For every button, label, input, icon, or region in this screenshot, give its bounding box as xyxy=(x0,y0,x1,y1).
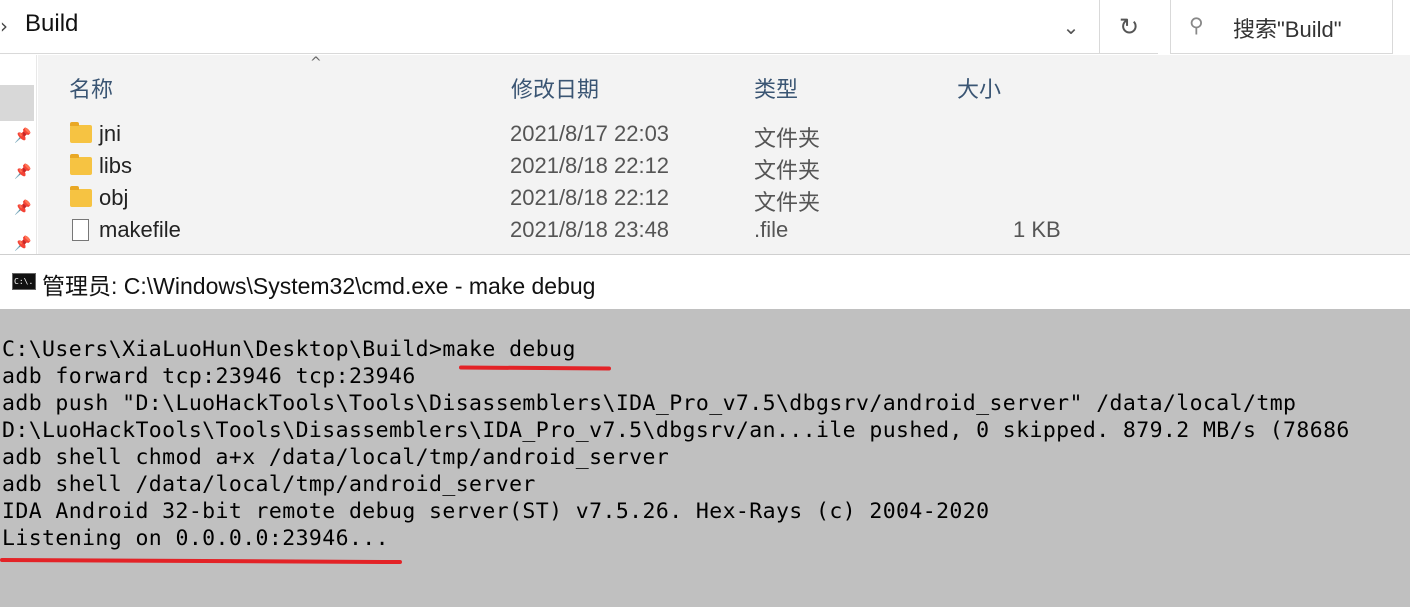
file-type: 文件夹 xyxy=(754,158,821,183)
file-row[interactable]: jni 2021/8/17 22:03 文件夹 xyxy=(38,120,1410,152)
chevron-down-icon[interactable]: ⌄ xyxy=(1056,12,1086,42)
document-icon xyxy=(72,219,89,241)
file-list: ^ 名称 修改日期 类型 大小 jni 2021/8/17 22:03 文件夹 … xyxy=(38,55,1410,254)
file-type: .file xyxy=(754,217,789,242)
file-modified: 2021/8/18 22:12 xyxy=(510,153,670,178)
column-header-name[interactable]: 名称 xyxy=(69,72,113,104)
pin-icon[interactable]: 📌 xyxy=(14,164,31,180)
file-name: makefile xyxy=(99,217,181,242)
file-row[interactable]: makefile 2021/8/18 23:48 .file 1 KB xyxy=(38,216,1410,248)
annotation-underline xyxy=(458,365,612,371)
console-line: C:\Users\XiaLuoHun\Desktop\Build>make de… xyxy=(2,337,576,362)
file-row[interactable]: libs 2021/8/18 22:12 文件夹 xyxy=(38,152,1410,184)
address-path[interactable]: Build xyxy=(25,10,78,38)
file-name: obj xyxy=(99,185,129,210)
console-line: IDA Android 32-bit remote debug server(S… xyxy=(2,499,990,524)
file-type: 文件夹 xyxy=(754,190,821,215)
console-icon: C:\. xyxy=(12,273,36,290)
address-bar[interactable]: › Build ⌄ xyxy=(0,0,1100,54)
console-line: adb forward tcp:23946 tcp:23946 xyxy=(2,364,416,389)
pin-icon[interactable]: 📌 xyxy=(14,200,31,216)
pin-icon[interactable]: 📌 xyxy=(14,128,31,144)
cmd-titlebar[interactable]: C:\. 管理员: C:\Windows\System32\cmd.exe - … xyxy=(0,255,1410,309)
console-line: adb shell chmod a+x /data/local/tmp/andr… xyxy=(2,445,670,470)
file-name: jni xyxy=(99,121,122,146)
search-box[interactable]: ⚲ 搜索"Build" xyxy=(1170,0,1393,54)
nav-item-selected[interactable] xyxy=(0,85,34,121)
column-header-type[interactable]: 类型 xyxy=(754,72,798,104)
search-input[interactable]: 搜索"Build" xyxy=(1233,12,1342,44)
column-header-size[interactable]: 大小 xyxy=(957,72,1001,104)
file-row[interactable]: obj 2021/8/18 22:12 文件夹 xyxy=(38,184,1410,216)
console-line: Listening on 0.0.0.0:23946... xyxy=(2,526,389,551)
file-size: 1 KB xyxy=(1013,217,1061,242)
file-name: libs xyxy=(99,153,133,178)
console-line: D:\LuoHackTools\Tools\Disassemblers\IDA_… xyxy=(2,418,1350,443)
refresh-button[interactable]: ↻ xyxy=(1100,0,1158,54)
cmd-window: C:\. 管理员: C:\Windows\System32\cmd.exe - … xyxy=(0,254,1410,607)
pin-icon[interactable]: 📌 xyxy=(14,236,31,252)
navigation-pane: 📌 📌 📌 📌 xyxy=(0,55,37,254)
file-modified: 2021/8/18 23:48 xyxy=(510,217,670,242)
folder-icon xyxy=(70,122,92,143)
sort-ascending-icon: ^ xyxy=(310,55,322,71)
file-modified: 2021/8/17 22:03 xyxy=(510,121,670,146)
console-line: adb push "D:\LuoHackTools\Tools\Disassem… xyxy=(2,391,1297,416)
column-header-modified[interactable]: 修改日期 xyxy=(511,72,599,104)
console-line: adb shell /data/local/tmp/android_server xyxy=(2,472,536,497)
folder-icon xyxy=(70,154,92,175)
cmd-title: 管理员: C:\Windows\System32\cmd.exe - make … xyxy=(42,273,596,299)
file-modified: 2021/8/18 22:12 xyxy=(510,185,670,210)
file-type: 文件夹 xyxy=(754,126,821,151)
folder-icon xyxy=(70,186,92,207)
refresh-icon: ↻ xyxy=(1118,13,1140,41)
file-explorer-window: › Build ⌄ ↻ ⚲ 搜索"Build" 📌 📌 📌 📌 ^ 名称 修改日… xyxy=(0,0,1410,254)
search-icon: ⚲ xyxy=(1189,13,1204,37)
annotation-underline xyxy=(0,557,403,565)
console-output[interactable]: C:\Users\XiaLuoHun\Desktop\Build>make de… xyxy=(0,309,1410,607)
chevron-right-icon[interactable]: › xyxy=(0,14,12,38)
